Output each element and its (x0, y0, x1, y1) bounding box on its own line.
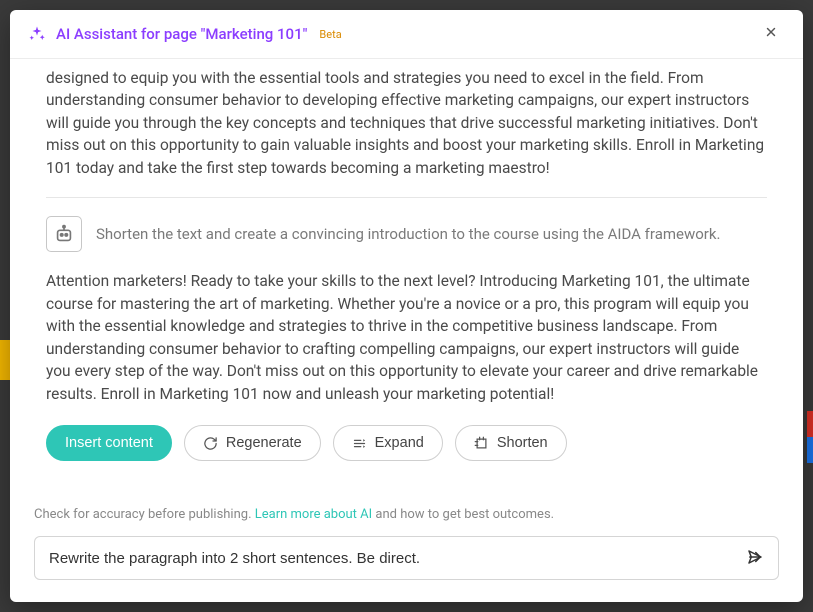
modal-title: AI Assistant for page "Marketing 101" (56, 25, 307, 43)
user-prompt-text: Shorten the text and create a convincing… (96, 224, 720, 245)
user-prompt-row: Shorten the text and create a convincing… (46, 216, 767, 252)
shorten-icon (474, 436, 489, 451)
input-bar (10, 536, 803, 602)
close-button[interactable] (757, 20, 785, 48)
regenerate-label: Regenerate (226, 435, 302, 451)
beta-badge: Beta (319, 28, 341, 41)
footer-note-suffix: and how to get best outcomes. (372, 507, 554, 522)
action-bar: Insert content Regenerate Expand Shorten (46, 425, 767, 461)
original-paragraph: designed to equip you with the essential… (46, 67, 767, 179)
background-decoration (807, 437, 813, 463)
background-decoration (0, 340, 10, 380)
background-decoration (807, 411, 813, 437)
shorten-label: Shorten (497, 435, 548, 451)
ai-assistant-modal: AI Assistant for page "Marketing 101" Be… (10, 10, 803, 602)
regenerate-button[interactable]: Regenerate (184, 425, 321, 461)
prompt-input[interactable] (34, 536, 779, 580)
modal-header: AI Assistant for page "Marketing 101" Be… (10, 10, 803, 59)
bot-icon (46, 216, 82, 252)
insert-content-button[interactable]: Insert content (46, 425, 172, 461)
close-icon (764, 25, 778, 43)
input-wrap (34, 536, 779, 580)
expand-icon (352, 436, 367, 451)
sparkle-icon (28, 25, 46, 43)
ai-response-paragraph: Attention marketers! Ready to take your … (46, 270, 767, 405)
learn-more-link[interactable]: Learn more about AI (255, 507, 372, 522)
expand-label: Expand (375, 435, 424, 451)
send-icon (746, 548, 764, 569)
divider (46, 197, 767, 198)
send-button[interactable] (741, 544, 769, 572)
shorten-button[interactable]: Shorten (455, 425, 567, 461)
title-wrap: AI Assistant for page "Marketing 101" Be… (28, 25, 342, 43)
footer-note: Check for accuracy before publishing. Le… (10, 503, 803, 536)
insert-content-label: Insert content (65, 435, 153, 451)
modal-content: designed to equip you with the essential… (10, 59, 803, 503)
expand-button[interactable]: Expand (333, 425, 443, 461)
refresh-icon (203, 436, 218, 451)
footer-note-prefix: Check for accuracy before publishing. (34, 507, 255, 522)
